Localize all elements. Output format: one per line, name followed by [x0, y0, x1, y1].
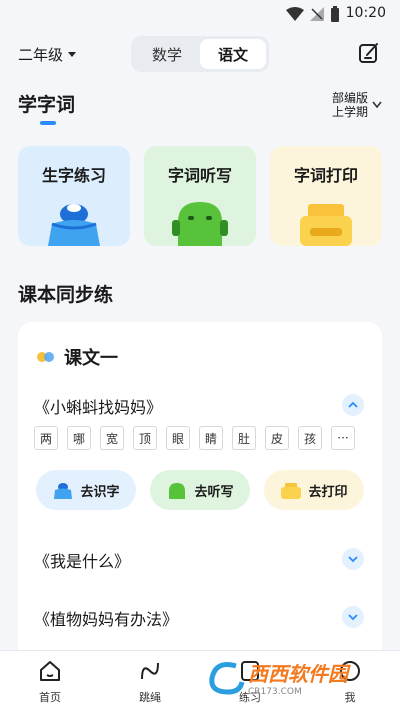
no-signal-icon — [310, 7, 324, 21]
nav-jump-rope[interactable]: 跳绳 — [120, 659, 180, 705]
learn-section-title: 学字词 — [18, 94, 76, 116]
char-box[interactable]: 眼 — [166, 426, 190, 450]
status-icons — [286, 6, 340, 22]
grade-selector[interactable]: 二年级 — [18, 44, 77, 65]
text-title: 《小蝌蚪找妈妈》 — [34, 398, 163, 417]
button-label: 去打印 — [308, 484, 348, 500]
home-icon — [40, 661, 60, 681]
edition-line1: 部编版 — [331, 91, 368, 105]
lesson-header: 课文一 — [36, 344, 118, 370]
char-box[interactable]: 两 — [34, 426, 58, 450]
char-box[interactable]: 睛 — [199, 426, 223, 450]
card-dictation[interactable]: 字词听写 — [144, 146, 256, 246]
button-label: 去听写 — [194, 484, 234, 500]
card-character-practice[interactable]: 生字练习 — [18, 146, 130, 246]
char-box[interactable]: 顶 — [133, 426, 157, 450]
chevron-down-icon — [372, 101, 382, 109]
go-dictation-button[interactable]: 去听写 — [150, 470, 250, 510]
char-box[interactable]: 孩 — [298, 426, 322, 450]
status-time: 10:20 — [345, 5, 386, 21]
dots-icon — [37, 352, 54, 362]
watermark-sub: CR173.COM — [248, 687, 302, 697]
subject-toggle: 数学 语文 — [131, 36, 269, 72]
nav-home[interactable]: 首页 — [20, 659, 80, 705]
section-underline — [40, 121, 56, 125]
nav-label: 首页 — [39, 691, 61, 704]
tab-math[interactable]: 数学 — [134, 39, 200, 69]
card-label: 生字练习 — [41, 166, 106, 185]
status-bar: 10:20 — [0, 0, 400, 28]
top-bar: 二年级 数学 语文 — [0, 34, 400, 74]
watermark-text: 西西软件园 — [248, 662, 348, 686]
watermark: 西西软件园 CR173.COM — [206, 658, 348, 697]
watermark-logo-icon — [209, 661, 245, 695]
hat-icon — [48, 204, 100, 246]
caret-down-icon — [68, 51, 77, 57]
edit-icon[interactable] — [358, 42, 380, 64]
text-item[interactable]: 《我是什么》 — [34, 548, 364, 572]
edition-selector[interactable]: 部编版 上学期 — [332, 91, 382, 119]
printer-icon — [300, 204, 352, 246]
more-chars[interactable]: ··· — [331, 426, 355, 450]
go-print-button[interactable]: 去打印 — [264, 470, 364, 510]
text-title: 《植物妈妈有办法》 — [34, 610, 179, 629]
char-box[interactable]: 肚 — [232, 426, 256, 450]
go-recognize-button[interactable]: 去识字 — [36, 470, 136, 510]
text-title: 《我是什么》 — [34, 552, 131, 571]
char-box[interactable]: 宽 — [100, 426, 124, 450]
grade-label: 二年级 — [18, 46, 64, 64]
char-box[interactable]: 皮 — [265, 426, 289, 450]
card-label: 字词打印 — [293, 166, 358, 185]
wifi-icon — [286, 7, 304, 21]
character-list: 两 哪 宽 顶 眼 睛 肚 皮 孩 ··· — [34, 426, 355, 450]
text-item[interactable]: 《植物妈妈有办法》 — [34, 606, 364, 630]
headphone-icon — [169, 483, 186, 499]
card-print[interactable]: 字词打印 — [270, 146, 382, 246]
sync-section-title: 课本同步练 — [18, 284, 114, 306]
tab-chinese[interactable]: 语文 — [200, 39, 266, 69]
edition-line2: 上学期 — [331, 105, 368, 119]
char-box[interactable]: 哪 — [67, 426, 91, 450]
lesson-title: 课文一 — [64, 348, 118, 369]
text-item[interactable]: 《小蝌蚪找妈妈》 — [34, 394, 364, 418]
card-label: 字词听写 — [167, 166, 232, 185]
chevron-down-icon[interactable] — [342, 548, 364, 570]
printer-icon — [281, 483, 302, 499]
hat-icon — [54, 483, 73, 499]
button-label: 去识字 — [80, 484, 120, 500]
chevron-down-icon[interactable] — [342, 606, 364, 628]
battery-icon — [331, 6, 339, 22]
headphone-icon — [172, 202, 228, 246]
jump-rope-icon — [141, 662, 159, 680]
chevron-up-icon[interactable] — [342, 394, 364, 416]
nav-label: 跳绳 — [139, 691, 161, 704]
